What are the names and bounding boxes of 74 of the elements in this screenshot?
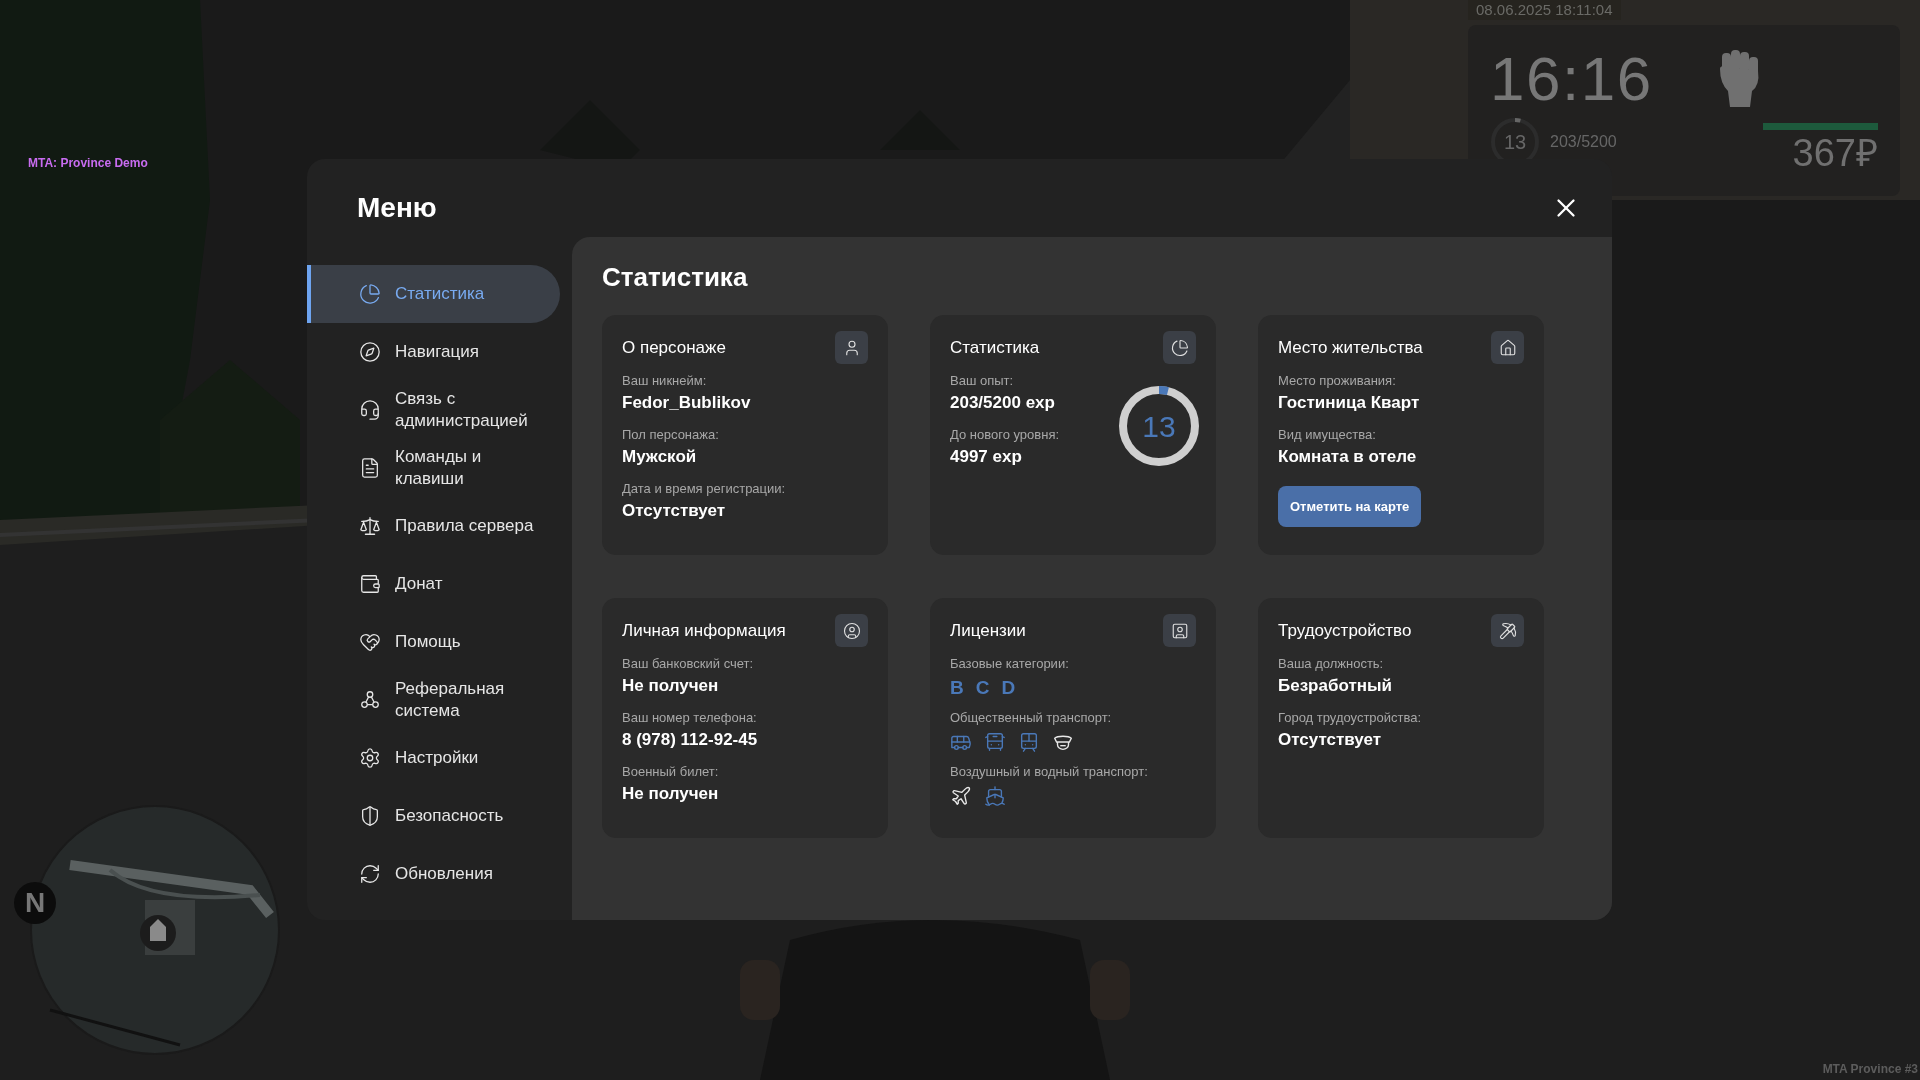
sidebar-item[interactable]: Связь с администрацией [307,381,560,439]
house-icon [1498,338,1517,357]
field-value: Не получен [622,675,719,697]
gear-icon [359,747,381,769]
field-value: Fedor_Bublikov [622,392,751,414]
document-icon [359,457,381,479]
license-category: C [975,677,990,699]
field-label: До нового уровня: [950,426,1060,444]
field-value: Гостиница Кварт [1278,392,1420,414]
pie-chart-icon [359,283,381,305]
wallet-icon [359,573,381,595]
compass-icon [359,341,381,363]
sidebar-item[interactable]: Команды и клавиши [307,439,560,497]
money-text: 367₽ [1792,131,1878,176]
group-label: Воздушный и водный транспорт: [950,763,1149,781]
field-label: Ваш номер телефона: [622,709,757,727]
license-category: B [950,677,964,699]
sidebar-item[interactable]: Реферальная система [307,671,560,729]
license-category: D [1001,677,1016,699]
field-label: Военный билет: [622,763,719,781]
field-value: Комната в отеле [1278,446,1417,468]
sidebar-item[interactable]: Статистика [307,265,560,323]
group-label: Базовые категории: [950,655,1070,673]
server-label: MTA: Province Demo [28,155,148,172]
field-label: Ваша должность: [1278,655,1384,673]
field-label: Дата и время регистрации: [622,480,786,498]
card-title: Лицензии [950,619,1026,642]
group-label: Общественный транспорт: [950,709,1113,727]
field-label: Город трудоустройства: [1278,709,1422,727]
pickaxe-icon [1498,621,1517,640]
field-label: Вид имущества: [1278,426,1376,444]
field-value: Мужской [622,446,697,468]
sidebar-item[interactable]: Безопасность [307,787,560,845]
mark-on-map-button[interactable]: Отметить на карте [1278,486,1422,527]
field-value: Не получен [622,783,719,805]
sidebar-item[interactable]: Донат [307,555,560,613]
pie-chart-icon [1170,338,1189,357]
card-title: Место жительства [1278,336,1423,359]
sidebar-item[interactable]: Обновления [307,845,560,903]
field-value: Отсутствует [1278,729,1382,751]
date-time: 08.06.2025 18:11:04 [1468,0,1621,20]
section-title: Статистика [602,261,749,293]
field-label: Ваш банковский счет: [622,655,754,673]
field-value: 8 (978) 112-92-45 [622,729,758,751]
headset-icon [359,399,381,421]
id-card-icon [1170,621,1189,640]
sidebar-item[interactable]: Правила сервера [307,497,560,555]
server-footer: MTA Province #3 [1822,1060,1918,1078]
level-number: 13 [1503,130,1527,155]
card-title: Трудоустройство [1278,619,1412,642]
card-title: О персонаже [622,336,726,359]
field-value: 4997 exp [950,446,1022,468]
field-label: Ваш опыт: [950,372,1014,390]
scales-icon [359,515,381,537]
user-circle-icon [842,621,861,640]
clock-text: 16:16 [1490,43,1653,115]
nodes-icon [359,689,381,711]
refresh-icon [359,863,381,885]
field-value: 203/5200 exp [950,392,1055,414]
heart-handshake-icon [359,631,381,653]
field-label: Место проживания: [1278,372,1396,390]
shield-icon [359,805,381,827]
card-title: Статистика [950,336,1040,359]
menu-title: Меню [357,191,437,225]
field-label: Ваш никнейм: [622,372,707,390]
sidebar-item[interactable]: Настройки [307,729,560,787]
field-label: Пол персонажа: [622,426,719,444]
sidebar-item[interactable]: Помощь [307,613,560,671]
card-title: Личная информация [622,619,786,642]
field-value: Отсутствует [622,500,726,522]
field-value: Безработный [1278,675,1392,697]
xp-text: 203/5200 [1550,132,1617,152]
sidebar-item[interactable]: Навигация [307,323,560,381]
level-number: 13 [1142,408,1176,445]
